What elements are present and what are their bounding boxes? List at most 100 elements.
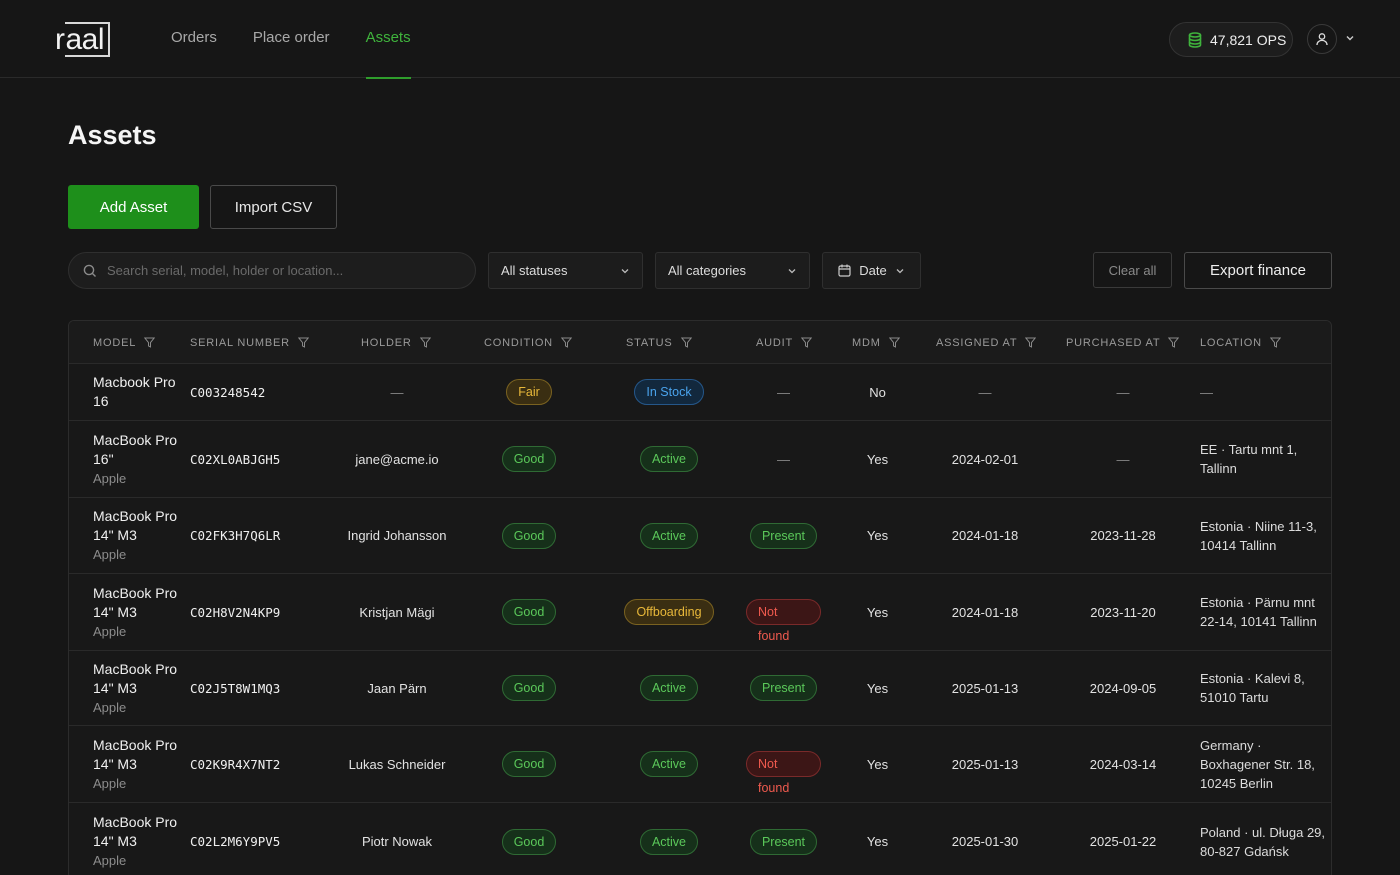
condition-cell: Good — [479, 421, 579, 497]
model-brand: Apple — [93, 470, 127, 486]
table-row[interactable]: Macbook Pro 16 C003248542 — Fair In Stock — No… — [69, 364, 1331, 421]
filter-icon[interactable] — [888, 337, 900, 348]
location-cell: EE · Tartu mnt 1, Tallinn — [1200, 421, 1330, 497]
status-badge: Active — [639, 751, 699, 777]
nav-assets[interactable]: Assets — [365, 0, 411, 79]
filter-icon[interactable] — [801, 337, 812, 348]
column-header[interactable]: MODEL — [93, 321, 156, 364]
clear-all-button[interactable]: Clear all — [1093, 252, 1172, 288]
filter-icon[interactable] — [1025, 337, 1037, 348]
mdm-value: Yes — [866, 834, 889, 849]
export-finance-button[interactable]: Export finance — [1184, 252, 1332, 289]
mdm-cell: Yes — [850, 651, 905, 725]
condition-badge: Good — [501, 828, 557, 855]
condition-badge: Good — [501, 522, 557, 549]
model-brand: Apple — [93, 699, 127, 715]
audit-cell: Not found — [746, 574, 821, 650]
column-header[interactable]: MDM — [852, 321, 900, 364]
search-input[interactable] — [107, 263, 447, 278]
column-header[interactable]: AUDIT — [756, 321, 812, 364]
audit-cell: Present — [746, 803, 821, 875]
import-csv-button[interactable]: Import CSV — [210, 185, 337, 229]
mdm-cell: Yes — [850, 498, 905, 573]
location-value: Estonia · Kalevi 8, 51010 Tartu — [1200, 671, 1305, 705]
logo-text-left: r — [55, 22, 65, 56]
filter-icon[interactable] — [297, 337, 309, 348]
model-name: MacBook Pro 14" M3 — [93, 584, 178, 620]
column-header[interactable]: SERIAL NUMBER — [190, 321, 309, 364]
condition-cell: Good — [479, 498, 579, 573]
purchased-cell: 2024-09-05 — [1063, 651, 1183, 725]
holder-value: Lukas Schneider — [348, 756, 446, 772]
audit-badge: Not found — [746, 599, 821, 643]
mdm-cell: Yes — [850, 421, 905, 497]
column-header-label: SERIAL NUMBER — [190, 336, 290, 349]
serial-number: C02XL0ABJGH5 — [190, 451, 281, 467]
assigned-at-value: 2024-01-18 — [951, 528, 1019, 543]
audit-badge-empty: — — [777, 384, 790, 400]
status-cell: Active — [614, 498, 724, 573]
filter-icon[interactable] — [144, 337, 156, 348]
ops-balance[interactable]: 47,821 OPS — [1169, 22, 1293, 57]
column-header[interactable]: ASSIGNED AT — [936, 321, 1037, 364]
location-value: Poland · ul. Długa 29, 80-827 Gdańsk — [1200, 824, 1326, 859]
table-row[interactable]: MacBook Pro 16" Apple C02XL0ABJGH5 jane@acm… — [69, 421, 1331, 498]
filter-icon[interactable] — [1269, 337, 1281, 348]
table-row[interactable]: MacBook Pro 14" M3 Apple C02FK3H7Q6LR Ingri… — [69, 498, 1331, 574]
serial-number: C02J5T8W1MQ3 — [190, 680, 281, 696]
model-cell: MacBook Pro 14" M3 Apple — [93, 574, 183, 650]
table-row[interactable]: MacBook Pro 14" M3 Apple C02J5T8W1MQ3 Jaan … — [69, 651, 1331, 726]
column-header-label: PURCHASED AT — [1066, 336, 1161, 349]
column-header[interactable]: PURCHASED AT — [1066, 321, 1180, 364]
condition-cell: Fair — [479, 364, 579, 420]
table-row[interactable]: MacBook Pro 14" M3 Apple C02H8V2N4KP9 Krist… — [69, 574, 1331, 651]
assigned-at-value: 2024-02-01 — [951, 451, 1019, 467]
purchased-cell: 2024-03-14 — [1063, 726, 1183, 802]
purchased-at-value: 2023-11-28 — [1090, 528, 1156, 543]
purchased-at-value: 2025-01-22 — [1089, 834, 1157, 849]
purchased-cell: — — [1063, 364, 1183, 420]
table-row[interactable]: MacBook Pro 14" M3 Apple C02K9R4X7NT2 Lukas… — [69, 726, 1331, 803]
assigned-cell: 2024-02-01 — [925, 421, 1045, 497]
column-header[interactable]: CONDITION — [484, 321, 572, 364]
filter-icon[interactable] — [419, 337, 431, 348]
holder-cell: Jaan Pärn — [332, 651, 462, 725]
holder-value: jane@acme.io — [355, 451, 439, 467]
user-avatar-button[interactable] — [1307, 24, 1337, 54]
add-asset-button[interactable]: Add Asset — [68, 185, 199, 229]
column-header[interactable]: LOCATION — [1200, 321, 1281, 364]
date-filter-select[interactable]: Date — [822, 252, 921, 289]
condition-badge: Good — [501, 446, 557, 472]
purchased-at-value: 2024-03-14 — [1089, 756, 1157, 772]
model-name: MacBook Pro 14" M3 — [93, 508, 178, 543]
nav-place-order[interactable]: Place order — [253, 0, 330, 78]
audit-cell: — — [746, 421, 821, 497]
table-row[interactable]: MacBook Pro 14" M3 Apple C02L2M6Y9PV5 Piotr… — [69, 803, 1331, 875]
model-name: MacBook Pro 14" M3 — [93, 814, 178, 849]
status-filter-select[interactable]: All statuses — [488, 252, 643, 289]
column-header-label: STATUS — [626, 336, 673, 349]
assigned-at-value: 2025-01-13 — [951, 680, 1019, 696]
filter-icon[interactable] — [560, 337, 572, 348]
chevron-down-icon[interactable] — [1344, 32, 1356, 44]
status-badge: In Stock — [634, 379, 704, 405]
purchased-cell: 2023-11-28 — [1063, 498, 1183, 573]
assigned-cell: — — [925, 364, 1045, 420]
column-header[interactable]: HOLDER — [361, 321, 431, 364]
audit-badge: Present — [749, 828, 818, 855]
holder-cell: Ingrid Johansson — [332, 498, 462, 573]
holder-cell: Piotr Nowak — [332, 803, 462, 875]
column-header-label: LOCATION — [1200, 336, 1262, 349]
logo[interactable]: r aal — [55, 22, 111, 57]
serial-cell: C02K9R4X7NT2 — [190, 726, 325, 802]
nav-orders[interactable]: Orders — [171, 0, 217, 78]
status-cell: In Stock — [614, 364, 724, 420]
chevron-down-icon — [896, 268, 904, 273]
column-header[interactable]: STATUS — [626, 321, 692, 364]
location-cell: Poland · ul. Długa 29, 80-827 Gdańsk — [1200, 803, 1330, 875]
filter-icon[interactable] — [1168, 337, 1180, 348]
mdm-value: Yes — [866, 604, 889, 620]
page-title: Assets — [68, 120, 157, 150]
filter-icon[interactable] — [680, 337, 692, 348]
category-filter-select[interactable]: All categories — [655, 252, 810, 289]
